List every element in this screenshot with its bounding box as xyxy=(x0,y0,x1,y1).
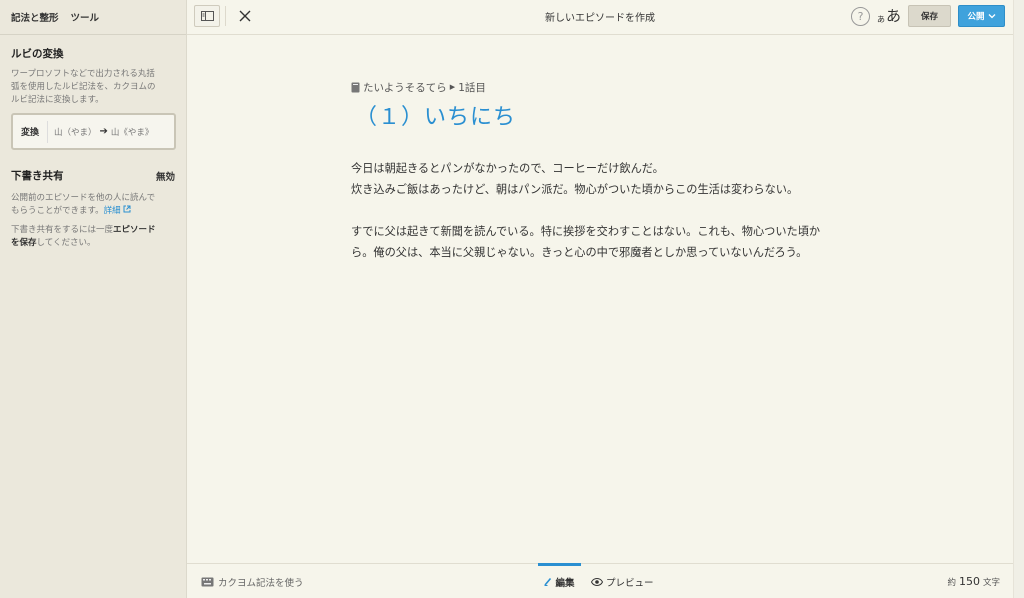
sidebar-panel-icon xyxy=(200,11,214,21)
draft-share-title: 下書き共有 xyxy=(11,170,64,182)
arrow-right-icon: ➔ xyxy=(99,126,108,137)
ruby-desc-line: ワープロソフトなどで出力される丸括 xyxy=(11,69,155,79)
body-line: 炊き込みご飯はあったけど、朝はパン派だ。物心がついた頃からこの生活は変わらない。 xyxy=(351,183,799,196)
tab-edit-label: 編集 xyxy=(555,577,575,589)
ruby-convert-label: 変換 xyxy=(13,120,49,143)
close-icon xyxy=(239,10,251,22)
note-prefix: 下書き共有をするには一度 xyxy=(11,225,114,235)
episode-body-textarea[interactable]: 今日は朝起きるとパンがなかったので、コーヒーだけ飲んだ。 炊き込みご飯はあったけ… xyxy=(351,158,841,263)
note-suffix: してください。 xyxy=(36,238,96,248)
sidebar-tabs: 記法と整形 ツール xyxy=(0,0,186,35)
ruby-section: ルビの変換 ワープロソフトなどで出力される丸括 弧を使用したルビ記法を、カクヨム… xyxy=(0,46,186,250)
ruby-desc-line: 弧を使用したルビ記法を、カクヨムの xyxy=(11,82,156,92)
font-size-button[interactable]: あ あ xyxy=(877,6,901,26)
details-link[interactable]: 詳細 xyxy=(104,206,121,216)
ruby-convert-button[interactable]: 変換 山（やま） ➔ 山《やま》 xyxy=(11,113,176,150)
work-title[interactable]: たいようそるてら xyxy=(363,80,447,95)
episode-title-input[interactable]: （１）いちにち xyxy=(355,102,841,134)
font-big-glyph: あ xyxy=(886,7,902,25)
draft-share-description: 公開前のエピソードを他の人に読んで もらうことができます。詳細 xyxy=(11,192,175,218)
char-count-value: 150 xyxy=(958,575,980,588)
draft-share-status: 無効 xyxy=(155,171,175,183)
breadcrumb: たいようそるてら ▶ 1話目 xyxy=(351,78,841,96)
note-bold-save: を保存 xyxy=(11,238,37,248)
ruby-example: 山（やま） ➔ 山《やま》 xyxy=(48,126,153,138)
keyboard-icon xyxy=(201,577,214,586)
help-icon[interactable]: ? xyxy=(851,7,870,26)
toggle-sidebar-button[interactable] xyxy=(194,5,220,27)
tab-edit[interactable]: 編集 xyxy=(538,563,581,598)
tab-tools[interactable]: ツール xyxy=(71,10,100,24)
chevron-down-icon xyxy=(988,14,995,19)
draft-share-desc-text: もらうことができます。 xyxy=(11,206,104,216)
char-count-suffix: 文字 xyxy=(982,577,1000,588)
page-title: 新しいエピソードを作成 xyxy=(545,13,655,24)
draft-share-desc-line: 公開前のエピソードを他の人に読んで xyxy=(11,193,156,203)
book-icon xyxy=(351,82,360,92)
tab-notation-format[interactable]: 記法と整形 xyxy=(11,10,59,24)
ruby-description: ワープロソフトなどで出力される丸括 弧を使用したルビ記法を、カクヨムの ルビ記法… xyxy=(11,68,175,107)
character-count: 約 150 文字 xyxy=(947,564,1000,598)
kakuyomu-notation-toggle[interactable]: カクヨム記法を使う xyxy=(201,564,304,598)
ruby-title: ルビの変換 xyxy=(11,48,64,60)
draft-share-header: 下書き共有 無効 xyxy=(11,168,175,183)
breadcrumb-separator-icon: ▶ xyxy=(449,83,456,91)
char-count-prefix: 約 xyxy=(947,577,956,588)
tab-preview-label: プレビュー xyxy=(606,577,654,589)
close-button[interactable] xyxy=(235,6,255,26)
top-bar: 新しいエピソードを作成 ? あ あ 保存 公開 xyxy=(187,0,1013,35)
tab-preview[interactable]: プレビュー xyxy=(591,564,654,598)
kakuyomu-notation-label: カクヨム記法を使う xyxy=(218,577,304,589)
pencil-icon xyxy=(544,577,552,586)
note-bold-episode: エピソード xyxy=(113,225,156,235)
draft-share-note: 下書き共有をするには一度エピソード を保存してください。 xyxy=(11,224,175,250)
publish-label: 公開 xyxy=(967,12,985,22)
external-link-icon xyxy=(121,205,132,216)
editor-area: たいようそるてら ▶ 1話目 （１）いちにち 今日は朝起きるとパンがなかったので… xyxy=(351,78,841,263)
sidebar: 記法と整形 ツール ルビの変換 ワープロソフトなどで出力される丸括 弧を使用した… xyxy=(0,0,187,598)
scrollbar-track[interactable] xyxy=(1013,0,1024,598)
font-small-glyph: あ xyxy=(877,15,885,24)
ruby-example-from: 山（やま） xyxy=(54,127,97,138)
body-line: すでに父は起きて新聞を読んでいる。特に挨拶を交わすことはない。これも、物心ついた… xyxy=(351,225,821,238)
draft-share-desc-line: もらうことができます。詳細 xyxy=(11,205,175,218)
publish-button[interactable]: 公開 xyxy=(958,5,1005,27)
save-button[interactable]: 保存 xyxy=(908,5,951,27)
toolbar-divider xyxy=(225,6,226,26)
ruby-desc-line: ルビ記法に変換します。 xyxy=(11,95,104,105)
body-line: 今日は朝起きるとパンがなかったので、コーヒーだけ飲んだ。 xyxy=(351,162,664,175)
eye-icon xyxy=(591,577,603,586)
body-line: ら。俺の父は、本当に父親じゃない。きっと心の中で邪魔者としか思っていないんだろう… xyxy=(351,246,808,259)
ruby-example-to: 山《やま》 xyxy=(110,127,154,138)
episode-number: 1話目 xyxy=(458,81,486,94)
bottom-bar: カクヨム記法を使う 編集 プレビュー 約 150 文字 xyxy=(187,563,1013,598)
